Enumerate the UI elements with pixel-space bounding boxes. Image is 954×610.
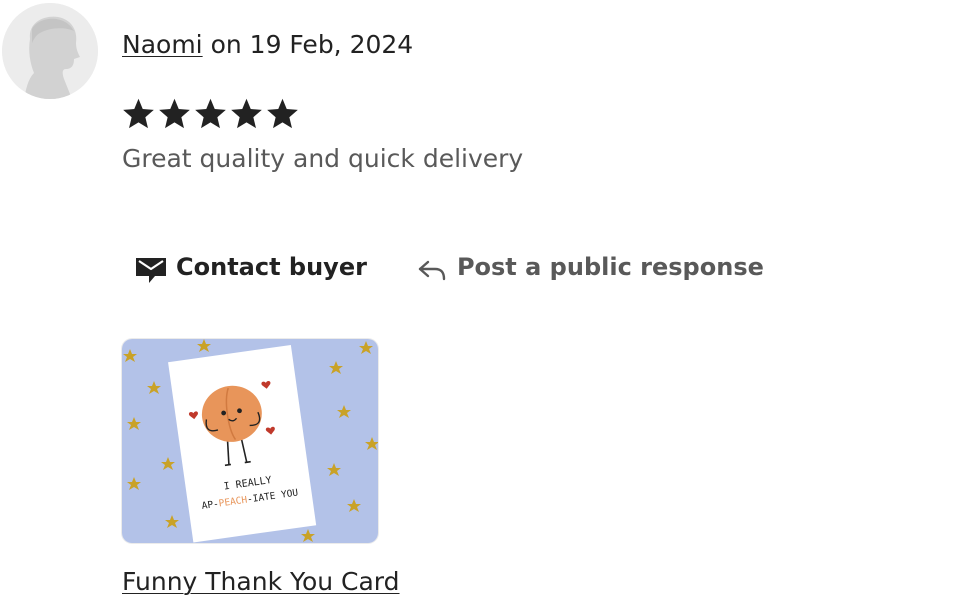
user-silhouette-icon bbox=[2, 3, 98, 99]
product-thumbnail[interactable]: I REALLY AP-PEACH-IATE YOU bbox=[122, 339, 378, 543]
avatar[interactable] bbox=[2, 3, 98, 99]
contact-buyer-label: Contact buyer bbox=[176, 253, 367, 281]
review-card: Naomi on 19 Feb, 2024 Great quality and … bbox=[0, 0, 954, 610]
star-icon bbox=[267, 98, 298, 129]
reviewer-name-link[interactable]: Naomi bbox=[122, 30, 203, 59]
product-image: I REALLY AP-PEACH-IATE YOU bbox=[122, 339, 378, 543]
star-icon bbox=[159, 98, 190, 129]
product-title-link[interactable]: Funny Thank You Card bbox=[122, 565, 400, 599]
review-byline: Naomi on 19 Feb, 2024 bbox=[122, 28, 413, 62]
envelope-icon bbox=[135, 255, 167, 285]
star-icon bbox=[195, 98, 226, 129]
review-date: on 19 Feb, 2024 bbox=[210, 30, 414, 59]
star-icon bbox=[123, 98, 154, 129]
review-text: Great quality and quick delivery bbox=[122, 144, 524, 173]
greeting-card: I REALLY AP-PEACH-IATE YOU bbox=[168, 344, 317, 543]
review-actions: Contact buyer Post a public response bbox=[122, 244, 764, 290]
post-public-response-button[interactable]: Post a public response bbox=[417, 251, 764, 283]
post-public-response-label: Post a public response bbox=[456, 253, 764, 281]
contact-buyer-button[interactable]: Contact buyer bbox=[122, 249, 367, 285]
star-rating bbox=[121, 95, 300, 133]
star-icon bbox=[231, 98, 262, 129]
reply-arrow-icon bbox=[417, 257, 447, 283]
